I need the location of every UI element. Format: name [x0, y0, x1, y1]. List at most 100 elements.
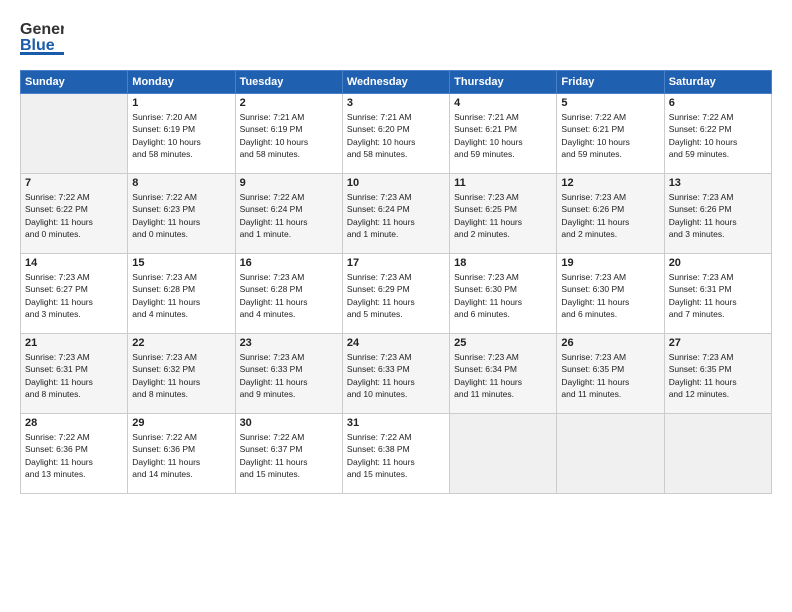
weekday-header-row: SundayMondayTuesdayWednesdayThursdayFrid…: [21, 71, 772, 94]
day-info: Sunrise: 7:23 AMSunset: 6:30 PMDaylight:…: [454, 271, 552, 320]
calendar-cell: 12 Sunrise: 7:23 AMSunset: 6:26 PMDayligh…: [557, 174, 664, 254]
weekday-header-sunday: Sunday: [21, 71, 128, 94]
day-number: 27: [669, 337, 767, 349]
calendar-cell: 10 Sunrise: 7:23 AMSunset: 6:24 PMDayligh…: [342, 174, 449, 254]
calendar-cell: [664, 414, 771, 494]
day-number: 13: [669, 177, 767, 189]
day-number: 22: [132, 337, 230, 349]
calendar-cell: 3 Sunrise: 7:21 AMSunset: 6:20 PMDaylight…: [342, 94, 449, 174]
day-info: Sunrise: 7:23 AMSunset: 6:35 PMDaylight:…: [561, 351, 659, 400]
day-number: 28: [25, 417, 123, 429]
day-number: 20: [669, 257, 767, 269]
day-number: 21: [25, 337, 123, 349]
calendar-cell: 13 Sunrise: 7:23 AMSunset: 6:26 PMDayligh…: [664, 174, 771, 254]
day-info: Sunrise: 7:23 AMSunset: 6:33 PMDaylight:…: [240, 351, 338, 400]
day-info: Sunrise: 7:23 AMSunset: 6:24 PMDaylight:…: [347, 191, 445, 240]
day-info: Sunrise: 7:23 AMSunset: 6:31 PMDaylight:…: [669, 271, 767, 320]
day-info: Sunrise: 7:22 AMSunset: 6:38 PMDaylight:…: [347, 431, 445, 480]
week-row-2: 14 Sunrise: 7:23 AMSunset: 6:27 PMDayligh…: [21, 254, 772, 334]
day-info: Sunrise: 7:21 AMSunset: 6:20 PMDaylight:…: [347, 111, 445, 160]
day-number: 18: [454, 257, 552, 269]
calendar-cell: [21, 94, 128, 174]
day-number: 1: [132, 97, 230, 109]
day-info: Sunrise: 7:23 AMSunset: 6:32 PMDaylight:…: [132, 351, 230, 400]
svg-text:Blue: Blue: [20, 37, 55, 54]
calendar-cell: 15 Sunrise: 7:23 AMSunset: 6:28 PMDayligh…: [128, 254, 235, 334]
day-info: Sunrise: 7:22 AMSunset: 6:36 PMDaylight:…: [132, 431, 230, 480]
day-number: 9: [240, 177, 338, 189]
calendar-cell: 5 Sunrise: 7:22 AMSunset: 6:21 PMDaylight…: [557, 94, 664, 174]
week-row-3: 21Sunrise: 7:23 AMSunset: 6:31 PMDayligh…: [21, 334, 772, 414]
calendar-cell: 16 Sunrise: 7:23 AMSunset: 6:28 PMDayligh…: [235, 254, 342, 334]
day-number: 14: [25, 257, 123, 269]
day-number: 25: [454, 337, 552, 349]
day-info: Sunrise: 7:21 AMSunset: 6:21 PMDaylight:…: [454, 111, 552, 160]
day-info: Sunrise: 7:22 AMSunset: 6:37 PMDaylight:…: [240, 431, 338, 480]
day-number: 12: [561, 177, 659, 189]
day-info: Sunrise: 7:22 AMSunset: 6:21 PMDaylight:…: [561, 111, 659, 160]
day-info: Sunrise: 7:23 AMSunset: 6:25 PMDaylight:…: [454, 191, 552, 240]
day-info: Sunrise: 7:23 AMSunset: 6:26 PMDaylight:…: [561, 191, 659, 240]
logo: General Blue: [20, 16, 64, 60]
day-number: 24: [347, 337, 445, 349]
calendar-cell: 6 Sunrise: 7:22 AMSunset: 6:22 PMDaylight…: [664, 94, 771, 174]
day-info: Sunrise: 7:23 AMSunset: 6:35 PMDaylight:…: [669, 351, 767, 400]
calendar-cell: 27 Sunrise: 7:23 AMSunset: 6:35 PMDayligh…: [664, 334, 771, 414]
day-info: Sunrise: 7:20 AMSunset: 6:19 PMDaylight:…: [132, 111, 230, 160]
day-info: Sunrise: 7:22 AMSunset: 6:22 PMDaylight:…: [669, 111, 767, 160]
day-number: 8: [132, 177, 230, 189]
day-number: 30: [240, 417, 338, 429]
week-row-4: 28 Sunrise: 7:22 AMSunset: 6:36 PMDayligh…: [21, 414, 772, 494]
calendar-cell: 28Sunrise: 7:22 AMSunset: 6:36 PMDayligh…: [21, 414, 128, 494]
calendar-cell: 14 Sunrise: 7:23 AMSunset: 6:27 PMDayligh…: [21, 254, 128, 334]
weekday-header-wednesday: Wednesday: [342, 71, 449, 94]
day-number: 2: [240, 97, 338, 109]
day-info: Sunrise: 7:23 AMSunset: 6:28 PMDaylight:…: [132, 271, 230, 320]
day-number: 19: [561, 257, 659, 269]
day-info: Sunrise: 7:22 AMSunset: 6:22 PMDaylight:…: [25, 191, 123, 240]
calendar-body: 1 Sunrise: 7:20 AMSunset: 6:19 PMDaylight…: [21, 94, 772, 494]
calendar-cell: 4 Sunrise: 7:21 AMSunset: 6:21 PMDaylight…: [450, 94, 557, 174]
day-number: 17: [347, 257, 445, 269]
day-info: Sunrise: 7:22 AMSunset: 6:24 PMDaylight:…: [240, 191, 338, 240]
day-info: Sunrise: 7:23 AMSunset: 6:33 PMDaylight:…: [347, 351, 445, 400]
day-number: 5: [561, 97, 659, 109]
day-number: 15: [132, 257, 230, 269]
header: General Blue: [20, 16, 772, 60]
svg-text:General: General: [20, 21, 64, 38]
logo-icon: General Blue: [20, 16, 64, 60]
day-info: Sunrise: 7:23 AMSunset: 6:27 PMDaylight:…: [25, 271, 123, 320]
day-info: Sunrise: 7:23 AMSunset: 6:28 PMDaylight:…: [240, 271, 338, 320]
calendar-table: SundayMondayTuesdayWednesdayThursdayFrid…: [20, 70, 772, 494]
day-number: 29: [132, 417, 230, 429]
day-number: 10: [347, 177, 445, 189]
calendar-cell: 22 Sunrise: 7:23 AMSunset: 6:32 PMDayligh…: [128, 334, 235, 414]
calendar-cell: 11 Sunrise: 7:23 AMSunset: 6:25 PMDayligh…: [450, 174, 557, 254]
weekday-header-saturday: Saturday: [664, 71, 771, 94]
calendar-cell: [557, 414, 664, 494]
day-number: 6: [669, 97, 767, 109]
calendar-cell: 20 Sunrise: 7:23 AMSunset: 6:31 PMDayligh…: [664, 254, 771, 334]
day-number: 16: [240, 257, 338, 269]
calendar-cell: 7Sunrise: 7:22 AMSunset: 6:22 PMDaylight…: [21, 174, 128, 254]
day-number: 31: [347, 417, 445, 429]
day-info: Sunrise: 7:21 AMSunset: 6:19 PMDaylight:…: [240, 111, 338, 160]
calendar-header: SundayMondayTuesdayWednesdayThursdayFrid…: [21, 71, 772, 94]
weekday-header-tuesday: Tuesday: [235, 71, 342, 94]
day-number: 23: [240, 337, 338, 349]
calendar-cell: 18 Sunrise: 7:23 AMSunset: 6:30 PMDayligh…: [450, 254, 557, 334]
week-row-0: 1 Sunrise: 7:20 AMSunset: 6:19 PMDaylight…: [21, 94, 772, 174]
calendar-cell: 8Sunrise: 7:22 AMSunset: 6:23 PMDaylight…: [128, 174, 235, 254]
day-info: Sunrise: 7:23 AMSunset: 6:29 PMDaylight:…: [347, 271, 445, 320]
day-info: Sunrise: 7:23 AMSunset: 6:26 PMDaylight:…: [669, 191, 767, 240]
calendar-cell: 23 Sunrise: 7:23 AMSunset: 6:33 PMDayligh…: [235, 334, 342, 414]
calendar-cell: 26Sunrise: 7:23 AMSunset: 6:35 PMDayligh…: [557, 334, 664, 414]
day-number: 11: [454, 177, 552, 189]
day-number: 4: [454, 97, 552, 109]
calendar-cell: 24 Sunrise: 7:23 AMSunset: 6:33 PMDayligh…: [342, 334, 449, 414]
day-info: Sunrise: 7:23 AMSunset: 6:30 PMDaylight:…: [561, 271, 659, 320]
calendar-cell: 30 Sunrise: 7:22 AMSunset: 6:37 PMDayligh…: [235, 414, 342, 494]
day-number: 3: [347, 97, 445, 109]
week-row-1: 7Sunrise: 7:22 AMSunset: 6:22 PMDaylight…: [21, 174, 772, 254]
page: General Blue SundayMondayTuesdayWednesda…: [0, 0, 792, 612]
